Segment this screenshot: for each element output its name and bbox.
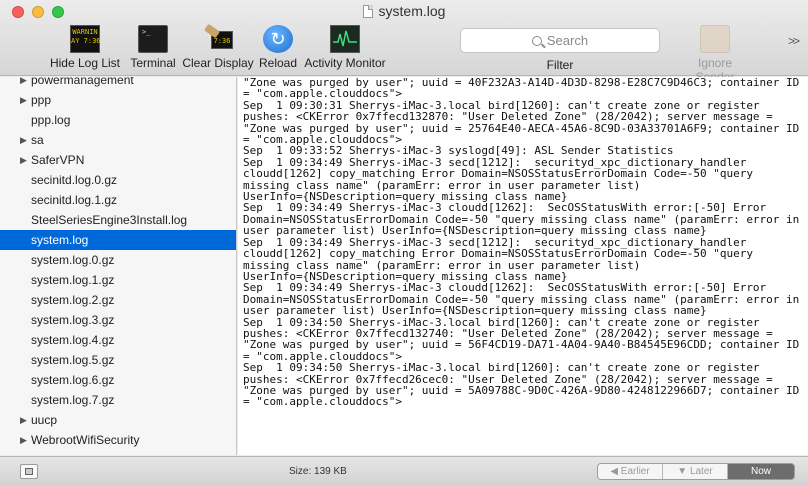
time-navigation: ◀ Earlier ▼ Later Now bbox=[597, 463, 795, 480]
log-line: user parameter list) UserInfo={NSDescrip… bbox=[243, 224, 707, 238]
activity-monitor-button[interactable]: Activity Monitor bbox=[302, 25, 388, 70]
sidebar-item-label: system.log.0.gz bbox=[31, 253, 115, 267]
reload-icon: ↻ bbox=[263, 25, 293, 53]
sidebar-item-label: system.log bbox=[31, 233, 89, 247]
reload-label: Reload bbox=[258, 56, 298, 70]
sidebar-item-label: WebrootWifiSecurity bbox=[31, 433, 140, 447]
sidebar-toggle-icon bbox=[25, 468, 33, 475]
sidebar-item[interactable]: system.log.4.gz bbox=[0, 330, 236, 350]
filter-label: Filter bbox=[546, 58, 574, 72]
hide-log-list-label: Hide Log List bbox=[49, 56, 121, 70]
sidebar-item[interactable]: ▶ ppp bbox=[0, 90, 236, 110]
sidebar-item-label: system.log.5.gz bbox=[31, 353, 115, 367]
sidebar-item-label: secinitd.log.1.gz bbox=[31, 193, 118, 207]
sidebar-item-label: system.log.2.gz bbox=[31, 293, 115, 307]
file-size: Size: 139 KB bbox=[289, 466, 347, 477]
search-input[interactable]: Search bbox=[460, 28, 660, 53]
sidebar-item-label: system.log.4.gz bbox=[31, 333, 115, 347]
sidebar-item-label: system.log.1.gz bbox=[31, 273, 115, 287]
sidebar-item[interactable]: system.log.5.gz bbox=[0, 350, 236, 370]
reload-button[interactable]: ↻ Reload bbox=[258, 25, 298, 70]
sidebar-item-label: system.log.6.gz bbox=[31, 373, 115, 387]
clear-display-icon: 7:36 bbox=[203, 23, 233, 53]
toggle-sidebar-button[interactable] bbox=[20, 464, 38, 479]
sidebar-item[interactable]: system.log.3.gz bbox=[0, 310, 236, 330]
sidebar-item[interactable]: system.log.7.gz bbox=[0, 390, 236, 410]
window-title-text: system.log bbox=[378, 3, 446, 19]
sidebar-item[interactable]: system.log bbox=[0, 230, 236, 250]
hide-log-list-button[interactable]: WARNIN AY 7:36 Hide Log List bbox=[48, 25, 122, 70]
sidebar-item-label: SteelSeriesEngine3Install.log bbox=[31, 213, 188, 227]
sidebar-item[interactable]: ▶ WebrootWifiSecurity bbox=[0, 430, 236, 450]
sidebar-item[interactable]: secinitd.log.0.gz bbox=[0, 170, 236, 190]
sidebar-item-label: system.log.3.gz bbox=[31, 313, 115, 327]
document-icon bbox=[362, 5, 373, 18]
sidebar-item-label: SaferVPN bbox=[31, 153, 85, 167]
sidebar-item[interactable]: ▶ powermanagement bbox=[0, 77, 236, 90]
sidebar-item-label: sa bbox=[31, 133, 44, 147]
search-placeholder: Search bbox=[546, 33, 589, 48]
toolbar: system.log WARNIN AY 7:36 Hide Log List … bbox=[0, 0, 808, 84]
sidebar-item[interactable]: ▶ uucp bbox=[0, 410, 236, 430]
log-content[interactable]: "Zone was purged by user"; uuid = 40F232… bbox=[238, 77, 808, 455]
sidebar-item-label: uucp bbox=[31, 413, 58, 427]
later-label: Later bbox=[689, 466, 713, 477]
disclosure-triangle-icon[interactable]: ▶ bbox=[20, 77, 27, 90]
log-line: Sep 1 09:34:49 Sherrys-iMac-3 cloudd[126… bbox=[243, 281, 767, 295]
toolbar-overflow-icon[interactable]: >> bbox=[788, 34, 800, 48]
later-button[interactable]: ▼ Later bbox=[663, 464, 728, 479]
sidebar-item[interactable]: ppp.log bbox=[0, 110, 236, 130]
sidebar-item[interactable]: system.log.1.gz bbox=[0, 270, 236, 290]
disclosure-triangle-icon[interactable]: ▶ bbox=[20, 130, 27, 150]
sidebar-item-label: secinitd.log.0.gz bbox=[31, 173, 118, 187]
clear-display-label: Clear Display bbox=[182, 56, 254, 70]
ignore-sender-button[interactable]: Ignore Sender bbox=[680, 25, 750, 84]
terminal-button[interactable]: >_ Terminal bbox=[128, 25, 178, 70]
terminal-icon: >_ bbox=[138, 25, 168, 53]
now-button[interactable]: Now bbox=[728, 464, 794, 479]
earlier-button[interactable]: ◀ Earlier bbox=[598, 464, 663, 479]
sidebar-item[interactable]: system.log.2.gz bbox=[0, 290, 236, 310]
log-line: = "com.apple.clouddocs"> bbox=[243, 395, 402, 409]
sidebar-item-label: powermanagement bbox=[31, 77, 134, 87]
earlier-label: Earlier bbox=[620, 466, 650, 477]
sidebar-item[interactable]: SteelSeriesEngine3Install.log bbox=[0, 210, 236, 230]
sidebar-item-label: ppp bbox=[31, 93, 52, 107]
now-label: Now bbox=[750, 466, 771, 477]
log-line: Sep 1 09:34:50 Sherrys-iMac-3.local bird… bbox=[243, 361, 760, 375]
sidebar-item-label: ppp.log bbox=[31, 113, 71, 127]
activity-monitor-icon bbox=[330, 25, 360, 53]
disclosure-triangle-icon[interactable]: ▶ bbox=[20, 430, 27, 450]
log-list-sidebar: ▶ powermanagement ▶ ppp ppp.log ▶ sa ▶ SaferVPN s… bbox=[0, 77, 237, 455]
sidebar-item[interactable]: ▶ sa bbox=[0, 130, 236, 150]
activity-monitor-label: Activity Monitor bbox=[304, 56, 386, 70]
disclosure-triangle-icon[interactable]: ▶ bbox=[20, 90, 27, 110]
sidebar-item-label: system.log.7.gz bbox=[31, 393, 115, 407]
terminal-label: Terminal bbox=[130, 56, 176, 70]
status-bar: Size: 139 KB ◀ Earlier ▼ Later Now bbox=[0, 456, 808, 485]
sidebar-item[interactable]: system.log.0.gz bbox=[0, 250, 236, 270]
disclosure-triangle-icon[interactable]: ▶ bbox=[20, 150, 27, 170]
sidebar-item[interactable]: secinitd.log.1.gz bbox=[0, 190, 236, 210]
log-console-icon: WARNIN AY 7:36 bbox=[70, 25, 101, 53]
log-line: cloudd[1262] copy_matching Error Domain=… bbox=[243, 247, 753, 261]
log-line: pushes: <CKError 0x7ffecd132870: "User D… bbox=[243, 110, 773, 124]
search-icon bbox=[531, 35, 542, 46]
ignore-sender-icon bbox=[700, 25, 730, 53]
log-line: cloudd[1262] copy_matching Error Domain=… bbox=[243, 167, 753, 181]
window-title: system.log bbox=[0, 3, 808, 19]
sidebar-item[interactable]: system.log.6.gz bbox=[0, 370, 236, 390]
log-line: user parameter list) UserInfo={NSDescrip… bbox=[243, 304, 707, 318]
clear-display-button[interactable]: 7:36 Clear Display bbox=[182, 23, 254, 70]
disclosure-triangle-icon[interactable]: ▶ bbox=[20, 410, 27, 430]
sidebar-item[interactable]: ▶ SaferVPN bbox=[0, 150, 236, 170]
